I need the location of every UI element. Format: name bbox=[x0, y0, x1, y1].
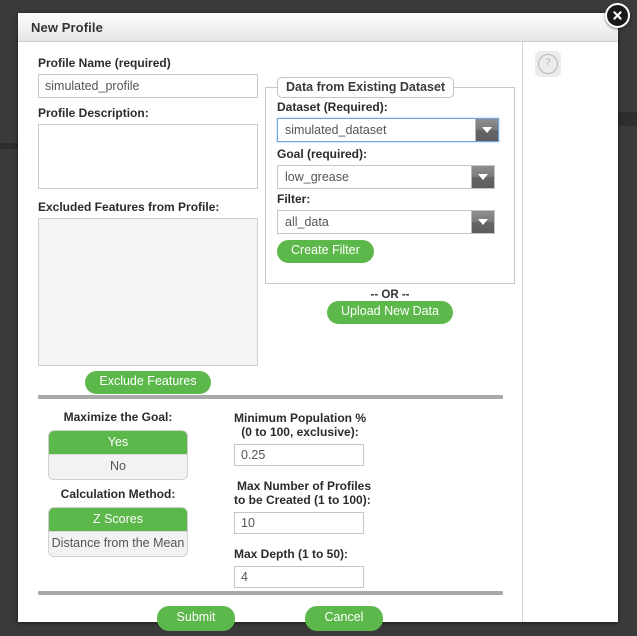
help-rail: ? bbox=[523, 42, 618, 622]
dataset-select-group: Dataset (Required): simulated_dataset bbox=[277, 100, 505, 142]
dialog-form-area: Profile Name (required) Profile Descript… bbox=[18, 42, 523, 631]
upload-new-data-button-wrap: Upload New Data bbox=[265, 301, 515, 324]
dataset-label: Dataset (Required): bbox=[277, 100, 388, 114]
maximize-goal-option-yes[interactable]: Yes bbox=[49, 431, 187, 455]
profile-description-label: Profile Description: bbox=[38, 106, 149, 120]
min-population-label-line1: Minimum Population % bbox=[234, 411, 366, 425]
filter-select[interactable]: all_data bbox=[277, 210, 495, 234]
question-mark-glyph: ? bbox=[538, 54, 558, 74]
profile-name-input[interactable] bbox=[38, 74, 258, 98]
create-filter-button-wrap: Create Filter bbox=[277, 240, 374, 263]
chevron-down-icon bbox=[471, 211, 494, 233]
cancel-button[interactable]: Cancel bbox=[305, 606, 383, 631]
backdrop-band-right bbox=[615, 112, 637, 126]
or-divider: -- OR -- bbox=[265, 287, 515, 301]
new-profile-dialog: New Profile Profile Name (required) Prof… bbox=[18, 3, 630, 631]
create-filter-button[interactable]: Create Filter bbox=[277, 240, 374, 263]
excluded-features-label: Excluded Features from Profile: bbox=[38, 200, 220, 214]
maximize-goal-label: Maximize the Goal: bbox=[63, 410, 173, 424]
close-icon[interactable] bbox=[605, 3, 630, 28]
max-profiles-input[interactable] bbox=[234, 512, 364, 534]
goal-select[interactable]: low_grease bbox=[277, 165, 495, 189]
existing-dataset-legend: Data from Existing Dataset bbox=[277, 77, 455, 98]
max-profiles-group: Max Number of Profiles to be Created (1 … bbox=[234, 479, 374, 534]
dataset-select-value: simulated_dataset bbox=[285, 123, 387, 137]
section-divider-bottom bbox=[38, 591, 503, 595]
filter-select-group: Filter: all_data bbox=[277, 192, 505, 234]
goal-label: Goal (required): bbox=[277, 147, 368, 161]
excluded-features-listbox[interactable] bbox=[38, 218, 258, 366]
dialog-title: New Profile bbox=[31, 19, 103, 35]
max-depth-input[interactable] bbox=[234, 566, 364, 588]
calculation-method-label: Calculation Method: bbox=[60, 487, 176, 501]
max-depth-label: Max Depth (1 to 50): bbox=[234, 547, 349, 561]
chevron-down-icon bbox=[475, 119, 498, 141]
maximize-goal-option-no[interactable]: No bbox=[49, 454, 187, 479]
calculation-method-group: Calculation Method: Z Scores Distance fr… bbox=[48, 487, 188, 557]
or-divider-text: -- OR -- bbox=[370, 289, 410, 301]
calculation-method-option-distance[interactable]: Distance from the Mean bbox=[49, 531, 187, 556]
max-depth-group: Max Depth (1 to 50): bbox=[234, 547, 374, 588]
profile-description-textarea[interactable] bbox=[38, 124, 258, 189]
filter-label: Filter: bbox=[277, 192, 311, 206]
excluded-features-group: Excluded Features from Profile: bbox=[38, 200, 258, 366]
maximize-goal-toggle[interactable]: Yes No bbox=[48, 430, 188, 480]
dataset-select[interactable]: simulated_dataset bbox=[277, 118, 499, 142]
max-profiles-label-line1: Max Number of Profiles bbox=[236, 479, 372, 493]
profile-name-label: Profile Name (required) bbox=[38, 56, 171, 70]
goal-select-group: Goal (required): low_grease bbox=[277, 147, 505, 189]
exclude-features-button[interactable]: Exclude Features bbox=[85, 371, 211, 394]
dialog-body: Profile Name (required) Profile Descript… bbox=[18, 42, 618, 631]
min-population-group: Minimum Population % (0 to 100, exclusiv… bbox=[234, 411, 366, 466]
upload-new-data-button[interactable]: Upload New Data bbox=[327, 301, 453, 324]
min-population-input[interactable] bbox=[234, 444, 364, 466]
backdrop-band-left bbox=[0, 143, 20, 149]
min-population-label-line2: (0 to 100, exclusive): bbox=[241, 425, 359, 439]
profile-description-field-group: Profile Description: bbox=[38, 106, 258, 189]
max-profiles-label-line2: to be Created (1 to 100): bbox=[234, 493, 371, 507]
profile-name-field-group: Profile Name (required) bbox=[38, 56, 258, 98]
calculation-method-option-zscores[interactable]: Z Scores bbox=[49, 508, 187, 532]
submit-button[interactable]: Submit bbox=[157, 606, 235, 631]
filter-select-value: all_data bbox=[285, 215, 329, 229]
section-divider-top bbox=[38, 395, 503, 399]
chevron-down-icon bbox=[471, 166, 494, 188]
maximize-goal-group: Maximize the Goal: Yes No bbox=[48, 410, 188, 480]
dialog-footer: Submit Cancel bbox=[18, 606, 522, 631]
calculation-method-toggle[interactable]: Z Scores Distance from the Mean bbox=[48, 507, 188, 557]
existing-dataset-fieldset: Data from Existing Dataset Dataset (Requ… bbox=[265, 77, 515, 284]
dialog-titlebar: New Profile bbox=[18, 13, 618, 42]
question-mark-icon[interactable]: ? bbox=[535, 51, 561, 77]
exclude-features-button-wrap: Exclude Features bbox=[38, 371, 258, 394]
goal-select-value: low_grease bbox=[285, 170, 349, 184]
